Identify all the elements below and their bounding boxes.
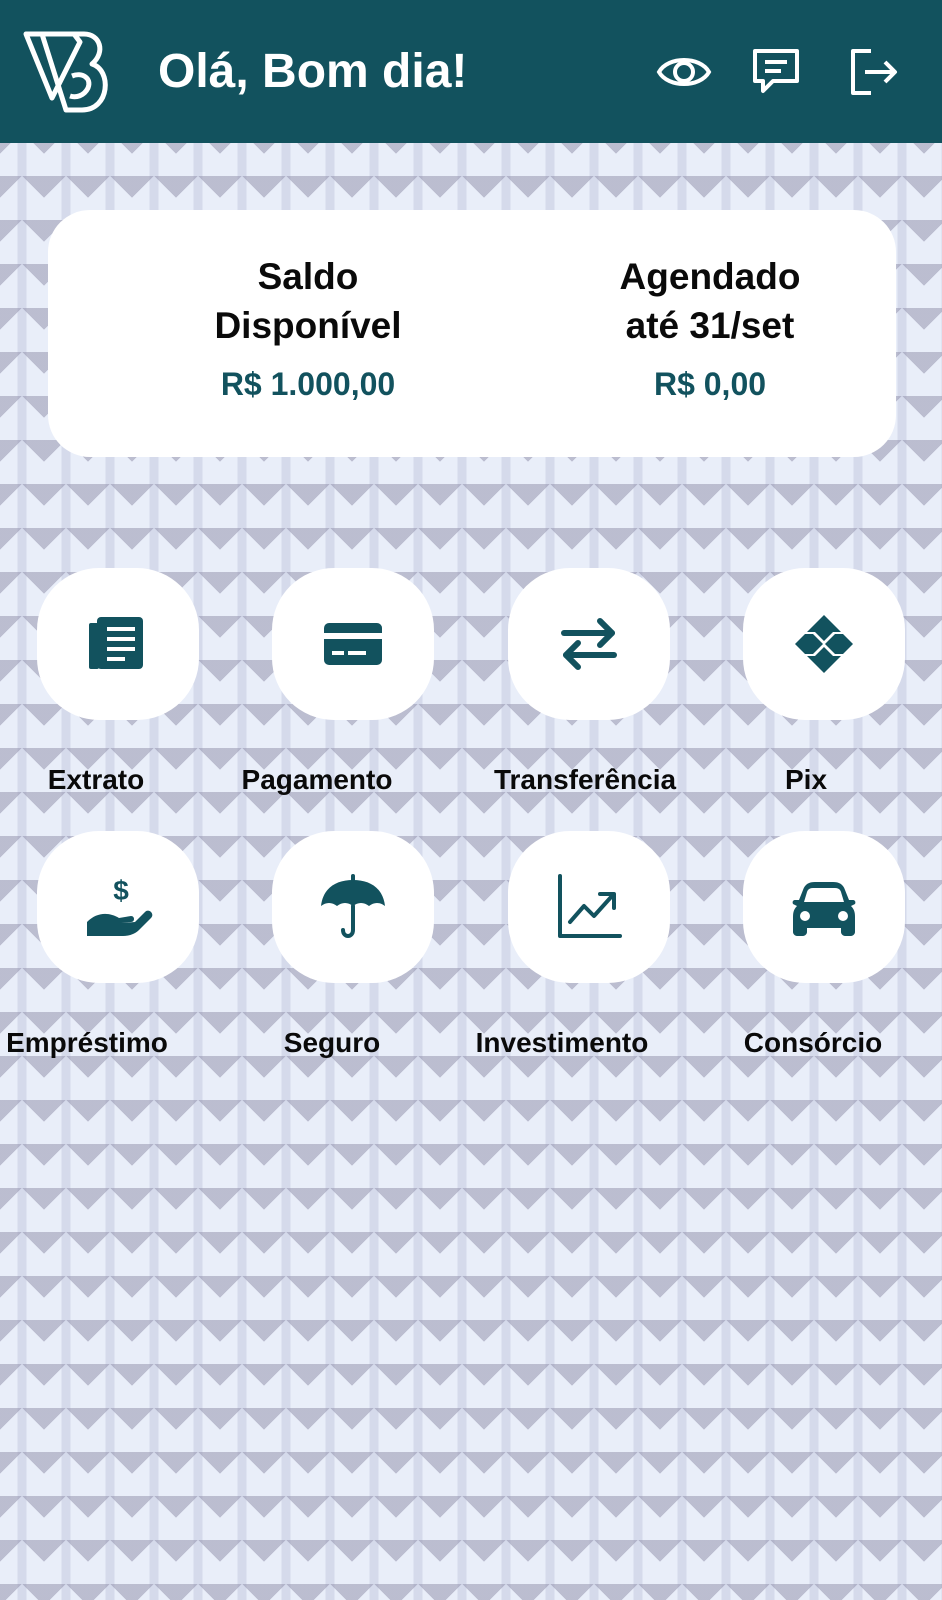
label-insurance: Seguro xyxy=(283,1027,381,1058)
scheduled-balance-value: R$ 0,00 xyxy=(653,366,767,402)
label-statement: Extrato xyxy=(47,764,145,795)
chat-icon[interactable] xyxy=(746,44,806,100)
label-loan: Empréstimo xyxy=(6,1027,168,1058)
bank-logo xyxy=(23,31,108,113)
statement-icon xyxy=(89,617,143,669)
label-payment: Pagamento xyxy=(241,764,393,795)
available-balance: Saldo Disponível R$ 1.000,00 xyxy=(108,252,508,403)
pix-icon xyxy=(795,615,853,673)
label-pix: Pix xyxy=(784,764,828,795)
svg-text:$: $ xyxy=(113,875,129,906)
statement-button[interactable] xyxy=(37,568,199,720)
available-balance-value: R$ 1.000,00 xyxy=(220,366,396,402)
label-consortium: Consórcio xyxy=(743,1027,883,1058)
insurance-button[interactable] xyxy=(272,831,434,983)
card-icon xyxy=(324,623,382,665)
logout-icon[interactable] xyxy=(844,44,904,100)
pix-button[interactable] xyxy=(743,568,905,720)
car-icon xyxy=(792,882,856,936)
label-transfer: Transferência xyxy=(493,764,677,795)
chart-icon xyxy=(558,874,622,938)
transfer-button[interactable] xyxy=(508,568,670,720)
loan-icon: $ xyxy=(87,875,153,936)
loan-button[interactable]: $ xyxy=(37,831,199,983)
scheduled-balance-label: Agendado até 31/set xyxy=(619,256,801,346)
consortium-button[interactable] xyxy=(743,831,905,983)
scheduled-balance: Agendado até 31/set R$ 0,00 xyxy=(510,252,910,403)
transfer-icon xyxy=(561,618,617,670)
balance-card: Saldo Disponível R$ 1.000,00 Agendado at… xyxy=(48,210,896,457)
umbrella-icon xyxy=(321,874,385,938)
label-investment: Investimento xyxy=(475,1027,649,1058)
app-header: Olá, Bom dia! xyxy=(0,0,942,143)
investment-button[interactable] xyxy=(508,831,670,983)
eye-icon[interactable] xyxy=(654,44,714,100)
greeting-title: Olá, Bom dia! xyxy=(158,45,468,98)
available-balance-label: Saldo Disponível xyxy=(214,256,402,346)
payment-button[interactable] xyxy=(272,568,434,720)
